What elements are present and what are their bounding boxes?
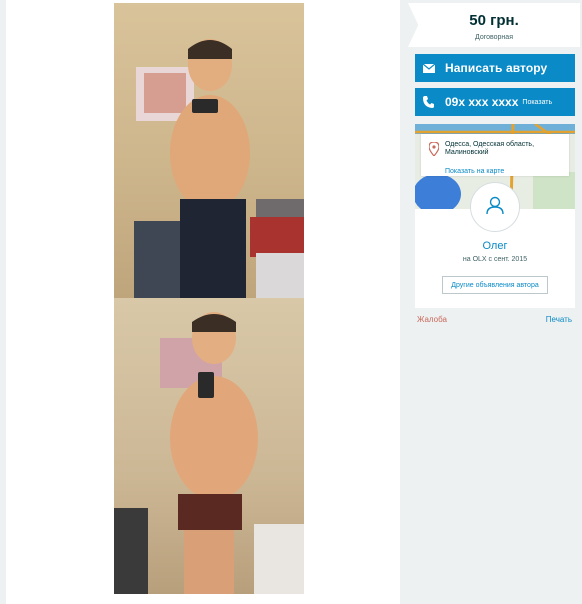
show-phone-button[interactable]: 09x xxx xxxx Показать [415,88,575,116]
map-pin-icon [428,141,440,161]
print-link[interactable]: Печать [546,315,572,324]
write-to-author-label: Написать автору [445,61,548,75]
seller-name[interactable]: Олег [415,240,575,252]
user-icon [485,195,505,220]
location-info-box: Одесса, Одесская область, Малиновский По… [421,134,569,176]
seller-member-since: на OLX с сент. 2015 [462,256,528,263]
photo-gallery [6,0,400,604]
phone-icon [423,96,445,108]
other-ads-button[interactable]: Другие объявления автора [442,276,548,294]
seller-avatar [470,182,520,232]
seller-card: Одесса, Одесская область, Малиновский По… [415,124,575,308]
complaint-link[interactable]: Жалоба [417,315,447,324]
price-value: 50 грн. [469,12,519,29]
location-address: Одесса, Одесская область, Малиновский [445,141,535,156]
price-negotiable-note: Договорная [475,34,513,41]
listing-photo-2[interactable] [114,298,304,594]
show-phone-link[interactable]: Показать [522,99,552,106]
phone-number-masked: 09x xxx xxxx [445,95,519,109]
listing-photo-1[interactable] [114,3,304,298]
sidebar: 50 грн. Договорная Написать автору 09x x… [408,0,582,604]
show-on-map-link[interactable]: Показать на карте [445,168,504,175]
envelope-icon [423,63,445,73]
write-to-author-button[interactable]: Написать автору [415,54,575,82]
price-card: 50 грн. Договорная [408,3,580,47]
